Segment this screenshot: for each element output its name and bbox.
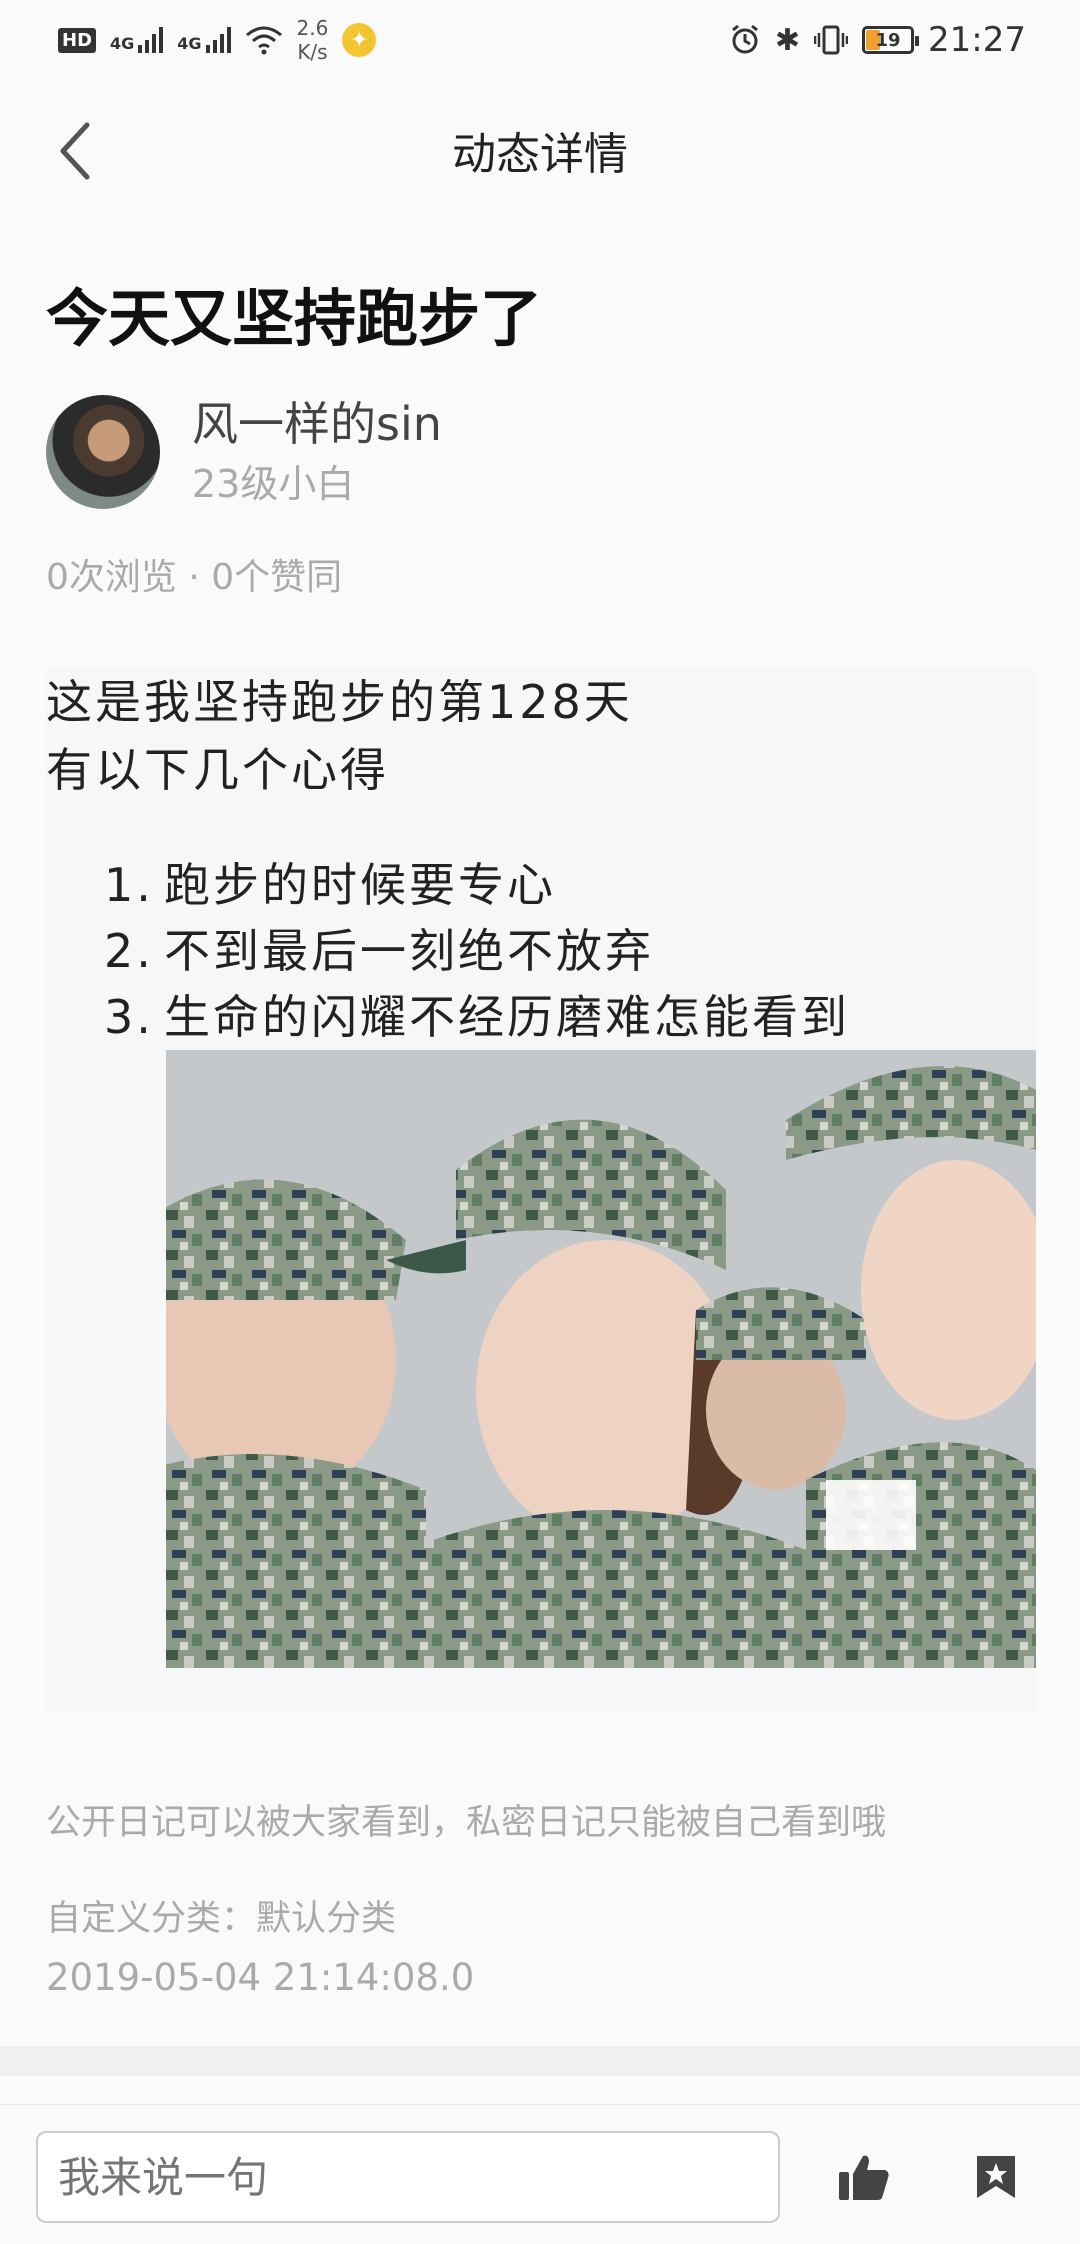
post-datetime: 2019-05-04 21:14:08.0 [46, 1956, 475, 1999]
military-training-photo [166, 1050, 1036, 1668]
battery-icon: 19 [862, 26, 920, 54]
avatar[interactable] [46, 395, 160, 509]
section-divider [0, 2046, 1080, 2076]
post-category: 自定义分类：默认分类 [46, 1899, 397, 1939]
status-right: ✱ 19 21:27 [729, 20, 1026, 60]
tips-list: 1. 跑步的时候要专心 2. 不到最后一刻绝不放弃 3. 生命的闪耀不经历磨难怎… [46, 852, 1036, 1050]
battery-level: 19 [875, 29, 901, 51]
vibrate-icon [814, 25, 849, 55]
favorite-button[interactable] [966, 2147, 1026, 2207]
like-button[interactable] [834, 2147, 894, 2207]
list-item: 3. 生命的闪耀不经历磨难怎能看到 [104, 984, 1036, 1050]
bookmark-star-icon [977, 2156, 1015, 2198]
network-type-label: 4G [110, 34, 135, 53]
page-title: 动态详情 [452, 129, 628, 180]
bluetooth-icon: ✱ [774, 22, 801, 58]
signal-icon: 4G [110, 27, 164, 53]
list-number: 1. [104, 858, 154, 912]
list-text: 跑步的时候要专心 [164, 858, 556, 912]
wifi-icon [245, 26, 282, 55]
running-app-icon: ✦ [342, 23, 377, 57]
network-speed: 2.6 K/s [297, 16, 329, 64]
signal-icon: 4G [177, 27, 231, 53]
comment-input[interactable] [36, 2131, 780, 2223]
author-row[interactable]: 风一样的sin 23级小白 [46, 392, 442, 512]
list-item: 1. 跑步的时候要专心 [104, 852, 1036, 918]
post-image[interactable] [166, 1050, 1036, 1668]
hd-icon: HD [58, 27, 97, 53]
list-text: 不到最后一刻绝不放弃 [164, 924, 654, 978]
list-item: 2. 不到最后一刻绝不放弃 [104, 918, 1036, 984]
chevron-left-icon [60, 122, 90, 180]
nav-bar: 动态详情 [0, 90, 1080, 210]
network-type-label: 4G [177, 34, 202, 53]
list-number: 2. [104, 924, 154, 978]
back-button[interactable] [40, 116, 110, 186]
post-stats: 0次浏览 · 0个赞同 [46, 557, 343, 598]
list-number: 3. [104, 990, 154, 1044]
author-level: 23级小白 [192, 462, 355, 506]
author-info: 风一样的sin 23级小白 [192, 392, 442, 512]
privacy-note: 公开日记可以被大家看到，私密日记只能被自己看到哦 [46, 1803, 887, 1843]
comment-bar [0, 2104, 1080, 2244]
list-text: 生命的闪耀不经历磨难怎能看到 [164, 990, 850, 1044]
speed-unit: K/s [297, 40, 328, 64]
speed-value: 2.6 [296, 16, 329, 40]
status-left: HD 4G 4G 2.6 K/s ✦ [58, 16, 377, 64]
status-bar: HD 4G 4G 2.6 K/s ✦ ✱ 19 21:27 [0, 0, 1080, 80]
alarm-icon [731, 24, 758, 54]
body-line: 这是我坚持跑步的第128天 [46, 675, 633, 729]
author-name[interactable]: 风一样的sin [192, 392, 442, 456]
clock: 21:27 [928, 20, 1026, 60]
body-line: 有以下几个心得 [46, 743, 389, 797]
post-title: 今天又坚持跑步了 [46, 282, 543, 355]
thumbs-up-icon [839, 2155, 889, 2200]
